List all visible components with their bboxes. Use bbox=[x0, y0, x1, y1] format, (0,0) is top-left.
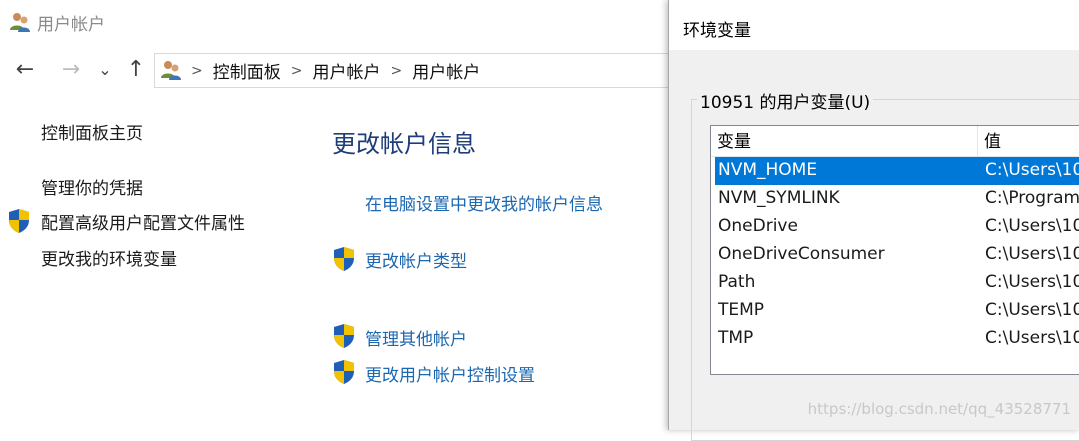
change-account-info-in-settings-link[interactable]: 在电脑设置中更改我的帐户信息 bbox=[365, 190, 603, 215]
users-icon bbox=[161, 61, 181, 80]
address-bar[interactable]: > 控制面板 > 用户帐户 > 用户帐户 bbox=[154, 53, 716, 88]
dialog-title: 环境变量 bbox=[683, 21, 751, 41]
column-header-value[interactable]: 值 bbox=[978, 126, 1079, 156]
column-header-variable[interactable]: 变量 bbox=[711, 126, 977, 156]
user-variables-list[interactable]: 变量 值 NVM_HOME C:\Users\10 NVM_SYMLINK C:… bbox=[710, 125, 1079, 375]
uac-shield-icon bbox=[9, 209, 29, 233]
breadcrumb-control-panel[interactable]: 控制面板 bbox=[213, 58, 281, 83]
sidebar-item-control-panel-home[interactable]: 控制面板主页 bbox=[41, 119, 143, 144]
table-row[interactable]: OneDrive C:\Users\10 bbox=[715, 213, 1079, 241]
recent-locations-button[interactable]: ⌄ bbox=[96, 50, 114, 88]
table-row[interactable]: Path C:\Users\10 bbox=[715, 269, 1079, 297]
environment-variables-dialog: 环境变量 10951 的用户变量(U) 变量 值 NVM_HOME C:\Use… bbox=[668, 0, 1079, 441]
variable-value: C:\Users\10 bbox=[985, 160, 1079, 180]
users-icon bbox=[10, 13, 30, 32]
watermark: https://blog.csdn.net/qq_43528771 bbox=[807, 400, 1071, 418]
uac-shield-icon bbox=[334, 360, 354, 384]
list-header: 变量 值 bbox=[711, 126, 1079, 157]
table-row[interactable]: NVM_SYMLINK C:\Program bbox=[715, 185, 1079, 213]
dialog-title-bar[interactable]: 环境变量 bbox=[669, 0, 1079, 50]
variable-value: C:\Users\10 bbox=[985, 216, 1079, 236]
variable-name: OneDriveConsumer bbox=[718, 244, 885, 264]
variable-value: C:\Users\10 bbox=[985, 272, 1079, 292]
variable-name: NVM_HOME bbox=[718, 160, 818, 180]
chevron-right-icon[interactable]: > bbox=[291, 63, 303, 79]
up-button[interactable]: ↑ bbox=[122, 50, 150, 88]
breadcrumb-user-accounts[interactable]: 用户帐户 bbox=[312, 58, 380, 83]
breadcrumb: > 控制面板 > 用户帐户 > 用户帐户 bbox=[191, 54, 480, 87]
variable-value: C:\Program bbox=[985, 188, 1079, 208]
variable-name: OneDrive bbox=[718, 216, 798, 236]
variable-value: C:\Users\10 bbox=[985, 244, 1079, 264]
variable-name: Path bbox=[718, 272, 756, 292]
variable-name: NVM_SYMLINK bbox=[718, 188, 840, 208]
uac-shield-icon bbox=[334, 324, 354, 348]
window-title: 用户帐户 bbox=[37, 15, 105, 35]
variable-value: C:\Users\10 bbox=[985, 300, 1079, 320]
table-row[interactable]: TMP C:\Users\10 bbox=[715, 325, 1079, 353]
chevron-right-icon[interactable]: > bbox=[191, 63, 203, 79]
chevron-right-icon[interactable]: > bbox=[390, 63, 402, 79]
table-row[interactable]: OneDriveConsumer C:\Users\10 bbox=[715, 241, 1079, 269]
manage-other-accounts-link[interactable]: 管理其他帐户 bbox=[365, 325, 467, 350]
table-row[interactable]: TEMP C:\Users\10 bbox=[715, 297, 1079, 325]
variable-value: C:\Users\10 bbox=[985, 328, 1079, 348]
sidebar-item-advanced-profile-properties[interactable]: 配置高级用户配置文件属性 bbox=[41, 209, 245, 234]
back-button[interactable]: ← bbox=[10, 50, 40, 88]
breadcrumb-user-accounts-current[interactable]: 用户帐户 bbox=[412, 58, 480, 83]
page-title: 更改帐户信息 bbox=[332, 130, 476, 158]
user-variables-group-label: 10951 的用户变量(U) bbox=[697, 88, 874, 113]
forward-button[interactable]: → bbox=[56, 50, 86, 88]
variable-name: TMP bbox=[718, 328, 754, 348]
variable-name: TEMP bbox=[718, 300, 765, 320]
table-row[interactable]: NVM_HOME C:\Users\10 bbox=[715, 157, 1079, 185]
change-account-type-link[interactable]: 更改帐户类型 bbox=[365, 247, 467, 272]
sidebar-item-change-env-variables[interactable]: 更改我的环境变量 bbox=[41, 245, 177, 270]
sidebar-item-manage-credentials[interactable]: 管理你的凭据 bbox=[41, 174, 143, 199]
uac-shield-icon bbox=[334, 247, 354, 271]
change-uac-settings-link[interactable]: 更改用户帐户控制设置 bbox=[365, 361, 535, 386]
